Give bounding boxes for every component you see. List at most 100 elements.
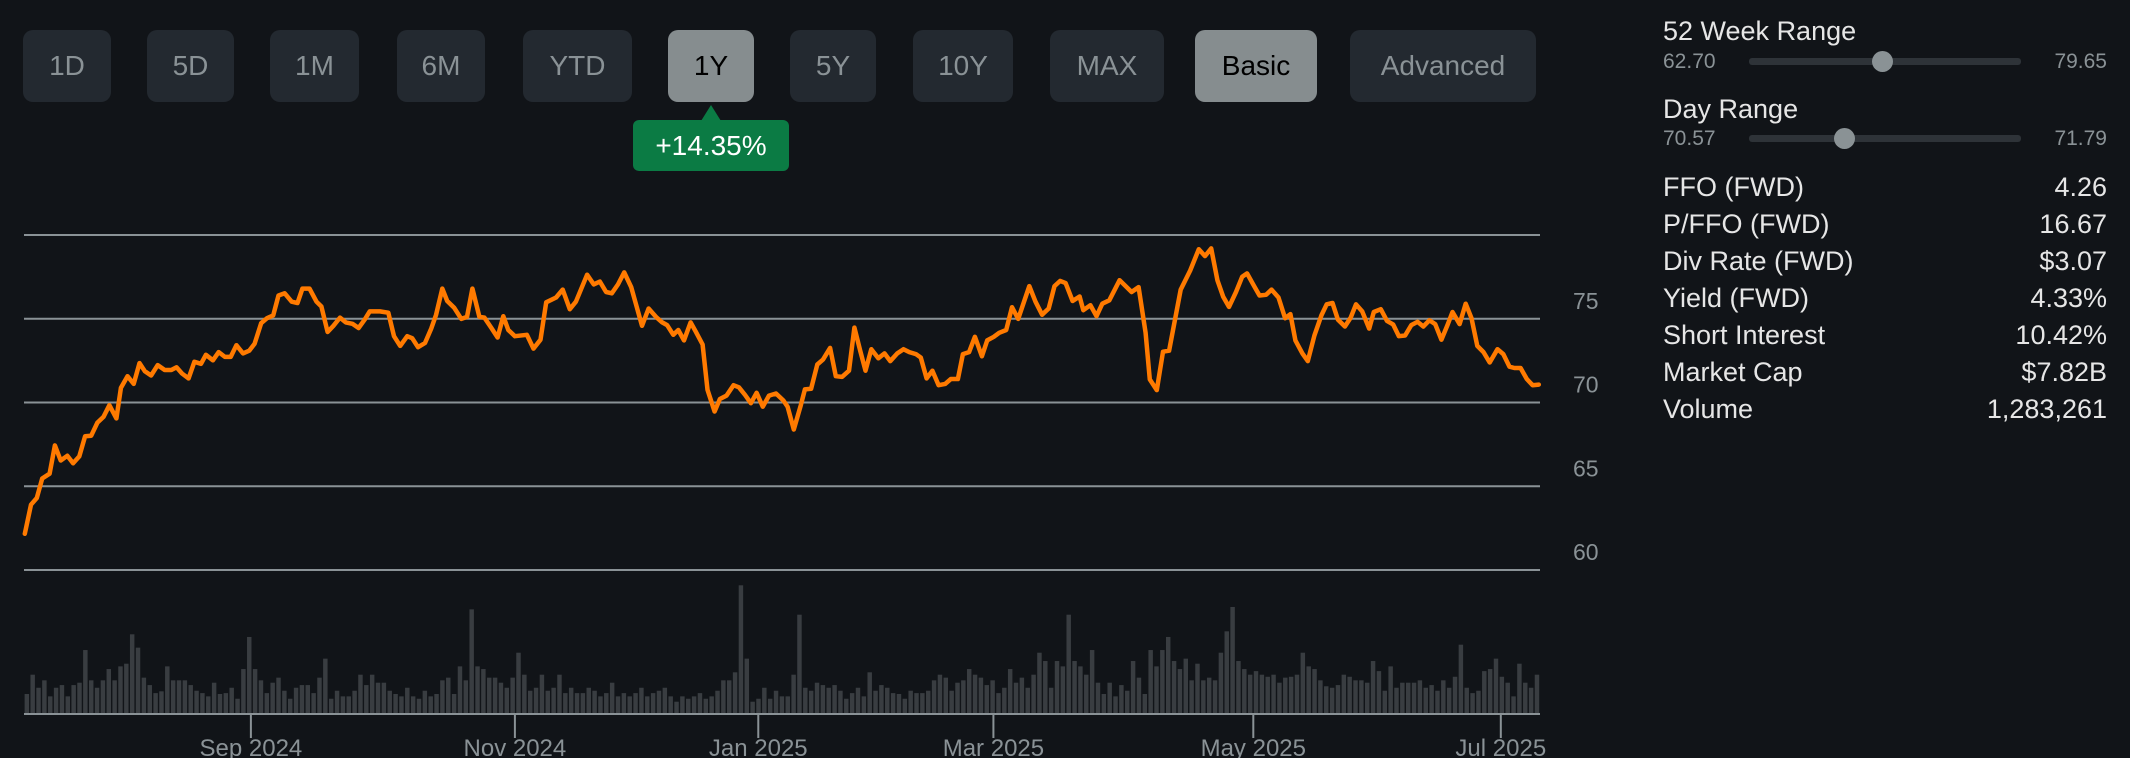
volume-bar bbox=[1370, 661, 1376, 713]
volume-bar bbox=[826, 687, 831, 713]
volume-bar bbox=[756, 698, 761, 713]
volume-bar bbox=[855, 687, 861, 713]
volume-bar bbox=[814, 682, 820, 713]
volume-bar bbox=[803, 687, 808, 713]
volume-bar bbox=[305, 685, 311, 713]
volume-bar bbox=[680, 696, 685, 713]
volume-bar bbox=[1201, 680, 1206, 713]
volume-bar bbox=[1048, 687, 1054, 713]
volume-bar bbox=[1072, 661, 1077, 713]
volume-bar bbox=[446, 677, 451, 713]
volume-bar bbox=[1441, 680, 1446, 713]
stat-value: 10.42% bbox=[2015, 320, 2107, 350]
x-tick-label: Jan 2025 bbox=[709, 735, 808, 758]
volume-bar bbox=[574, 693, 580, 713]
volume-bar bbox=[879, 685, 884, 713]
volume-bar bbox=[738, 585, 744, 713]
volume-bar bbox=[791, 674, 796, 713]
volume-bar bbox=[176, 680, 182, 713]
x-tick-label: Sep 2024 bbox=[200, 735, 303, 758]
volume-bar bbox=[147, 685, 152, 713]
volume-bar bbox=[1470, 693, 1475, 713]
day-range-title: Day Range bbox=[1663, 94, 1799, 124]
volume-bar bbox=[1206, 677, 1212, 713]
volume-bar bbox=[487, 677, 492, 713]
volume-bar bbox=[358, 674, 363, 713]
volume-bar bbox=[1019, 677, 1025, 713]
volume-bar bbox=[1119, 685, 1124, 713]
volume-bar bbox=[1242, 669, 1247, 713]
volume-bar bbox=[545, 690, 550, 713]
stat-row-div-rate: Div Rate (FWD) $3.07 bbox=[1663, 243, 2107, 280]
volume-bar bbox=[340, 696, 346, 713]
volume-bar bbox=[990, 680, 995, 713]
volume-bar bbox=[1060, 666, 1066, 713]
volume-bar bbox=[580, 693, 586, 713]
volume-bar bbox=[557, 674, 562, 713]
volume-bar bbox=[440, 680, 445, 713]
volume-bar bbox=[299, 685, 305, 713]
stat-value: $7.82B bbox=[2021, 357, 2107, 387]
volume-bar bbox=[785, 696, 790, 713]
stat-row-short-interest: Short Interest 10.42% bbox=[1663, 317, 2107, 354]
stat-row-yield: Yield (FWD) 4.33% bbox=[1663, 280, 2107, 317]
volume-bar bbox=[217, 693, 223, 713]
volume-bar bbox=[1359, 680, 1364, 713]
volume-bar bbox=[1312, 669, 1317, 713]
volume-bar bbox=[668, 696, 673, 713]
volume-bar bbox=[767, 698, 773, 713]
volume-bar bbox=[568, 687, 574, 713]
volume-bar bbox=[721, 680, 726, 713]
volume-bar bbox=[1294, 674, 1300, 713]
volume-bar bbox=[317, 677, 322, 713]
volume-bar bbox=[1324, 686, 1329, 713]
volume-bar bbox=[393, 693, 398, 713]
x-tick-label: Nov 2024 bbox=[464, 735, 567, 758]
volume-bar bbox=[235, 698, 240, 713]
volume-bar bbox=[65, 696, 71, 713]
volume-bar bbox=[873, 690, 878, 713]
volume-bar bbox=[1154, 666, 1159, 713]
volume-bar bbox=[972, 674, 978, 713]
volume-bar bbox=[1253, 671, 1259, 713]
volume-bar bbox=[1148, 650, 1153, 713]
volume-bar bbox=[1224, 631, 1229, 713]
volume-bar bbox=[996, 693, 1001, 713]
volume-bar bbox=[902, 698, 908, 713]
volume-bar bbox=[539, 674, 545, 713]
volume-bar bbox=[463, 680, 469, 713]
volume-bar bbox=[1300, 652, 1306, 713]
volume-bar bbox=[1013, 682, 1019, 713]
volume-bar bbox=[124, 663, 129, 713]
volume-bar bbox=[1271, 674, 1276, 713]
volume-bar bbox=[808, 690, 814, 713]
volume-bar bbox=[48, 696, 53, 713]
stat-label: Market Cap bbox=[1663, 357, 1803, 387]
volume-bar bbox=[247, 636, 252, 713]
stat-label: Yield (FWD) bbox=[1663, 283, 1809, 313]
volume-bar bbox=[1043, 661, 1048, 713]
volume-bar bbox=[481, 669, 486, 713]
stat-value: 4.33% bbox=[2030, 283, 2107, 313]
y-tick-label: 75 bbox=[1573, 288, 1599, 314]
volume-bar bbox=[328, 698, 334, 713]
volume-bar bbox=[252, 669, 258, 713]
volume-bar bbox=[908, 690, 913, 713]
volume-bar bbox=[522, 674, 527, 713]
stat-row-p-ffo: P/FFO (FWD) 16.67 bbox=[1663, 206, 2107, 243]
stat-row-volume: Volume 1,283,261 bbox=[1663, 391, 2107, 428]
volume-bar bbox=[1195, 663, 1200, 713]
volume-bar bbox=[334, 690, 340, 713]
volume-bar bbox=[1136, 677, 1142, 713]
volume-bar bbox=[258, 680, 264, 713]
volume-bar bbox=[451, 693, 457, 713]
week52-range-marker bbox=[1872, 51, 1894, 72]
volume-bar bbox=[832, 685, 837, 713]
volume-bar bbox=[715, 690, 720, 713]
volume-bar bbox=[1125, 690, 1130, 713]
volume-bar bbox=[662, 687, 668, 713]
volume-bars bbox=[24, 585, 1540, 713]
volume-bar bbox=[861, 696, 867, 713]
volume-bar bbox=[141, 677, 147, 713]
volume-bar bbox=[211, 682, 217, 713]
